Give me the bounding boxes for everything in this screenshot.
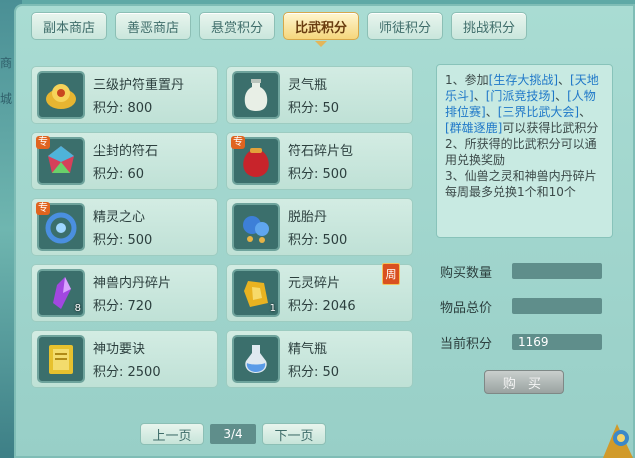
gold-lotus-pill-icon: [37, 71, 85, 119]
link-survival-challenge[interactable]: [生存大挑战]: [489, 73, 558, 87]
info-text: 1、参加: [445, 73, 489, 87]
white-vase-icon: [232, 71, 280, 119]
tab-mentor-points[interactable]: 师徒积分: [367, 12, 443, 40]
tab-karma-shop[interactable]: 善恶商店: [115, 12, 191, 40]
tab-challenge-points[interactable]: 挑战积分: [451, 12, 527, 40]
info-text: 2、所获得的比武积分可以通用兑换奖励: [445, 137, 597, 167]
item-name: 符石碎片包: [288, 144, 354, 159]
shop-item[interactable]: 神功要诀 积分: 2500: [31, 330, 218, 388]
item-name: 精灵之心: [93, 210, 146, 225]
purple-crystal-icon: 8: [37, 269, 85, 317]
sidebar-char: 商: [0, 56, 13, 70]
item-name: 神兽内丹碎片: [93, 276, 172, 291]
gold-fragment-icon: 1: [232, 269, 280, 317]
info-text: 、: [485, 105, 498, 119]
red-pouch-icon: 专: [231, 136, 280, 185]
quantity-label: 购买数量: [440, 266, 493, 281]
shop-item[interactable]: 精气瓶 积分: 50: [226, 330, 413, 388]
item-name: 元灵碎片: [288, 276, 341, 291]
buy-button[interactable]: 购 买: [484, 370, 564, 394]
shop-item[interactable]: 8 神兽内丹碎片 积分: 720: [31, 264, 218, 322]
info-description: 1、参加[生存大挑战]、[天地乐斗]、[门派竞技场]、[人物排位赛]、[三界比武…: [436, 64, 613, 238]
item-grid: 三级护符重置丹 积分: 800 灵气瓶 积分: 50 专 尘封的符石 积分: 6…: [31, 66, 417, 388]
tab-pvp-points[interactable]: 比武积分: [283, 12, 359, 40]
weekly-limit-badge: 周: [382, 263, 400, 285]
info-text: 、: [473, 89, 486, 103]
sidebar-char: 城: [0, 92, 13, 106]
item-price: 积分: 50: [288, 101, 340, 116]
potion-bottle-icon: [232, 335, 280, 383]
page-indicator: 3/4: [210, 424, 256, 444]
item-name: 尘封的符石: [93, 144, 159, 159]
item-name: 精气瓶: [288, 342, 328, 357]
link-heroes-contest[interactable]: [群雄逐鹿]: [445, 121, 502, 135]
shop-item[interactable]: 专 尘封的符石 积分: 60: [31, 132, 218, 190]
tab-bounty-points[interactable]: 悬赏积分: [199, 12, 275, 40]
exclusive-tag: 专: [231, 136, 245, 149]
blue-orb-icon: [232, 203, 280, 251]
item-price: 积分: 50: [288, 365, 340, 380]
exclusive-tag: 专: [36, 202, 50, 215]
next-page-button[interactable]: 下一页: [262, 423, 326, 445]
shop-item[interactable]: 专 精灵之心 积分: 500: [31, 198, 218, 256]
item-name: 灵气瓶: [288, 78, 328, 93]
item-price: 积分: 720: [93, 299, 153, 314]
current-points-label: 当前积分: [440, 337, 493, 352]
link-sect-arena[interactable]: [门派竞技场]: [486, 89, 555, 103]
info-text: 3、仙兽之灵和神兽内丹碎片每周最多兑换1个和10个: [445, 169, 597, 199]
corner-ornament-icon: [603, 424, 633, 458]
item-count: 8: [74, 303, 81, 314]
item-price: 积分: 2046: [288, 299, 356, 314]
info-text: 可以获得比武积分: [502, 121, 599, 135]
item-price: 积分: 500: [93, 233, 153, 248]
shop-item[interactable]: 专 符石碎片包 积分: 500: [226, 132, 413, 190]
item-price: 积分: 2500: [93, 365, 161, 380]
total-price-value: [512, 298, 602, 314]
info-text: 、: [555, 89, 568, 103]
quantity-input[interactable]: [512, 263, 602, 279]
total-price-label: 物品总价: [440, 301, 493, 316]
rainbow-stone-icon: 专: [36, 136, 85, 185]
item-price: 积分: 60: [93, 167, 145, 182]
item-price: 积分: 800: [93, 101, 153, 116]
item-price: 积分: 500: [288, 167, 348, 182]
item-name: 脱胎丹: [288, 210, 328, 225]
yellow-book-icon: [37, 335, 85, 383]
exclusive-tag: 专: [36, 136, 50, 149]
prev-page-button[interactable]: 上一页: [140, 423, 204, 445]
item-count: 1: [269, 303, 276, 314]
shop-item[interactable]: 灵气瓶 积分: 50: [226, 66, 413, 124]
item-price: 积分: 500: [288, 233, 348, 248]
tab-dungeon-shop[interactable]: 副本商店: [31, 12, 107, 40]
blue-ring-icon: 专: [36, 202, 85, 251]
item-name: 神功要诀: [93, 342, 146, 357]
current-points-value: 1169: [512, 334, 602, 350]
info-text: 、: [558, 73, 571, 87]
shop-item[interactable]: 三级护符重置丹 积分: 800: [31, 66, 218, 124]
shop-item[interactable]: 脱胎丹 积分: 500: [226, 198, 413, 256]
tab-bar: 副本商店 善恶商店 悬赏积分 比武积分 师徒积分 挑战积分: [31, 12, 527, 40]
link-three-realms-tournament[interactable]: [三界比武大会]: [498, 105, 579, 119]
shop-item[interactable]: 1 元灵碎片 积分: 2046 周: [226, 263, 413, 322]
item-name: 三级护符重置丹: [93, 78, 185, 93]
info-text: 、: [579, 105, 592, 119]
